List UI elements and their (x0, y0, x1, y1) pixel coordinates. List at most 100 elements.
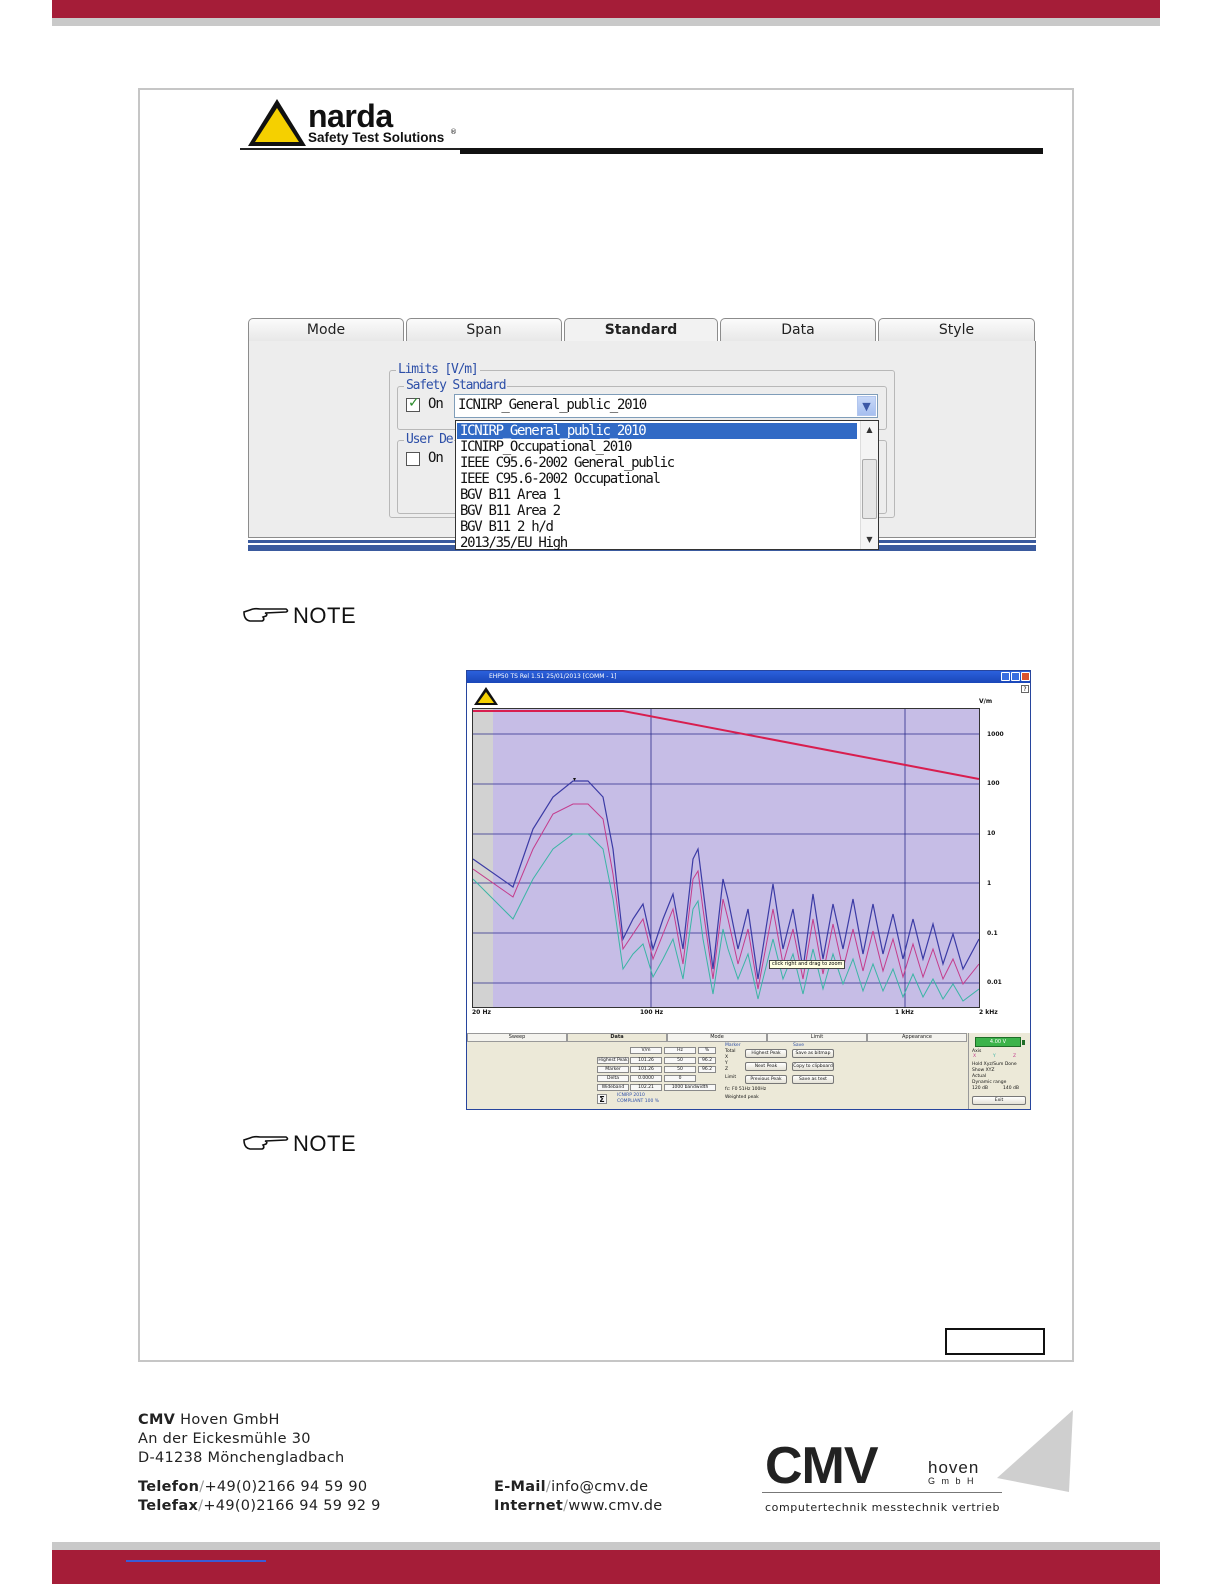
footer-web-label: Internet (494, 1498, 564, 1514)
marker-range-text: fc: F0 51Hz 100Hz (725, 1087, 767, 1092)
data-tab-panel: V/m Hz % Highest Peak 101.26 50 96.2 Mar… (467, 1041, 967, 1109)
y-tick-label: 1 (987, 880, 992, 887)
footer-email: E-Mail/info@cmv.de (494, 1479, 648, 1495)
marker-option-limit[interactable]: Limit (725, 1075, 736, 1081)
footer-color-bar (52, 1550, 1160, 1584)
footer-email-label: E-Mail (494, 1479, 546, 1495)
table-header: % (698, 1047, 716, 1054)
footer-fax-label: Telefax (138, 1498, 199, 1514)
battery-indicator: 4.00 V (975, 1037, 1021, 1047)
axis-y-checkbox[interactable]: Y (993, 1054, 996, 1060)
tab-ehp-mode[interactable]: Mode (667, 1033, 767, 1041)
cmv-logo-hoven: hoven (928, 1458, 980, 1477)
scroll-up-icon[interactable]: ▲ (861, 423, 878, 437)
x-tick-label: 100 Hz (640, 1009, 664, 1016)
checkmark-icon: ✓ (408, 395, 420, 411)
zoom-tooltip: click right and drag to zoom (769, 960, 846, 969)
tab-limit[interactable]: Limit (767, 1033, 867, 1041)
axis-z-checkbox[interactable]: Z (1013, 1054, 1016, 1060)
spectrum-view: ? V/m click right and drag to zoom 1000 … (467, 683, 1030, 1033)
spectrum-plot[interactable]: click right and drag to zoom (472, 708, 980, 1008)
axis-x-checkbox[interactable]: X (973, 1054, 976, 1060)
dropdown-option[interactable]: ICNIRP_General_public_2010 (457, 423, 857, 439)
y-tick-label: 100 (987, 780, 1000, 787)
tab-ehp-data[interactable]: Data (567, 1033, 667, 1041)
footer-phone: Telefon/+49(0)2166 94 59 90 (138, 1479, 367, 1495)
dropdown-option[interactable]: 2013/35/EU High (457, 535, 857, 551)
dropdown-option[interactable]: BGV B11 Area 2 (457, 503, 857, 519)
dynamic-range-140[interactable]: 140 dB (1003, 1086, 1019, 1092)
exit-button[interactable]: Exit (972, 1096, 1026, 1105)
footer-shadow-bar (52, 1542, 1160, 1550)
tab-span[interactable]: Span (406, 318, 562, 342)
dynamic-range-120[interactable]: 120 dB (972, 1086, 988, 1092)
safety-standard-selected-value: ICNIRP_General_public_2010 (458, 397, 647, 413)
footer-phone-label: Telefon (138, 1479, 200, 1495)
narda-warning-triangle-icon (248, 99, 306, 146)
scrollbar-thumb[interactable] (862, 459, 877, 519)
cmv-logo-gmbh: GmbH (928, 1476, 981, 1486)
safety-standard-title: Safety Standard (404, 378, 508, 393)
help-button[interactable]: ? (1021, 685, 1029, 693)
unit-label: V/m (979, 698, 993, 705)
save-as-text-button[interactable]: Save as text (792, 1075, 834, 1084)
tab-appearance[interactable]: Appearance (867, 1033, 967, 1041)
marker-option-z[interactable]: Z (725, 1067, 728, 1073)
dropdown-option[interactable]: BGV B11 Area 1 (457, 487, 857, 503)
minimize-icon[interactable] (1001, 672, 1010, 681)
icnirp-compliance: COMPLIANT 100 % (617, 1099, 660, 1104)
dropdown-option[interactable]: BGV B11 2 h/d (457, 519, 857, 535)
safety-standard-checkbox[interactable]: ✓ (406, 395, 420, 412)
footer-link-underline (126, 1560, 266, 1562)
scroll-down-icon[interactable]: ▼ (861, 533, 878, 547)
x-tick-label: 2 kHz (979, 1009, 998, 1016)
dropdown-option[interactable]: IEEE C95.6-2002 General_public (457, 455, 857, 471)
footer-email-link[interactable]: info@cmv.de (551, 1479, 648, 1495)
table-cell: 101.26 (630, 1066, 662, 1073)
table-cell: 0.0000 (630, 1075, 662, 1082)
user-defined-on-label: On (428, 450, 444, 466)
footer-fax-value: +49(0)2166 94 59 92 9 (203, 1498, 381, 1514)
user-defined-checkbox[interactable] (406, 452, 420, 466)
dropdown-option[interactable]: IEEE C95.6-2002 Occupational (457, 471, 857, 487)
next-peak-button[interactable]: Next Peak (745, 1062, 787, 1071)
close-icon[interactable] (1021, 672, 1030, 681)
page-number-box (945, 1328, 1045, 1355)
footer-street: An der Eickesmühle 30 (138, 1431, 311, 1447)
safety-standard-dropdown-list: ICNIRP_General_public_2010 ICNIRP_Occupa… (455, 420, 879, 551)
header-color-bar (52, 0, 1160, 18)
safety-standard-select[interactable]: ICNIRP_General_public_2010 ▼ (454, 394, 878, 418)
x-tick-label: 20 Hz (472, 1009, 491, 1016)
table-cell: 0 (664, 1075, 696, 1082)
copy-to-clipboard-button[interactable]: Copy to clipboard (792, 1062, 834, 1071)
limits-group-title: Limits [V/m] (396, 362, 480, 377)
header-rule-thick (460, 148, 1043, 154)
footer-phone-value: +49(0)2166 94 59 90 (204, 1479, 368, 1495)
weighted-peak-checkbox[interactable]: Weighted peak (725, 1095, 759, 1101)
footer-company-rest: Hoven GmbH (175, 1412, 280, 1428)
table-cell: 96.2 (698, 1066, 716, 1073)
row-label: Marker (597, 1066, 629, 1073)
header-rule (240, 148, 460, 150)
previous-peak-button[interactable]: Previous Peak (745, 1075, 787, 1084)
table-cell: 50 (664, 1057, 696, 1064)
y-tick-label: 0.1 (987, 930, 998, 937)
pointing-hand-icon (243, 1135, 289, 1150)
sigma-icon[interactable]: Σ (597, 1094, 607, 1104)
dropdown-option[interactable]: ICNIRP_Occupational_2010 (457, 439, 857, 455)
footer-fax: Telefax/+49(0)2166 94 59 92 9 (138, 1498, 381, 1514)
chevron-down-icon[interactable]: ▼ (857, 396, 876, 416)
dropdown-scrollbar[interactable]: ▲ ▼ (860, 421, 878, 549)
save-as-bitmap-button[interactable]: Save as bitmap (792, 1049, 834, 1058)
tab-style[interactable]: Style (878, 318, 1035, 342)
cmv-logo-rule (762, 1492, 1002, 1493)
registered-mark: ® (450, 128, 457, 136)
tab-data[interactable]: Data (720, 318, 876, 342)
footer-web-link[interactable]: www.cmv.de (568, 1498, 662, 1514)
highest-peak-button[interactable]: Highest Peak (745, 1049, 787, 1058)
maximize-icon[interactable] (1011, 672, 1020, 681)
tab-sweep[interactable]: Sweep (467, 1033, 567, 1041)
cmv-logo-word: CMV (765, 1437, 879, 1495)
tab-mode[interactable]: Mode (248, 318, 404, 342)
ehp-software-window: EHP50 TS Rel 1.51 25/01/2013 [COMM - 1] … (466, 670, 1031, 1110)
